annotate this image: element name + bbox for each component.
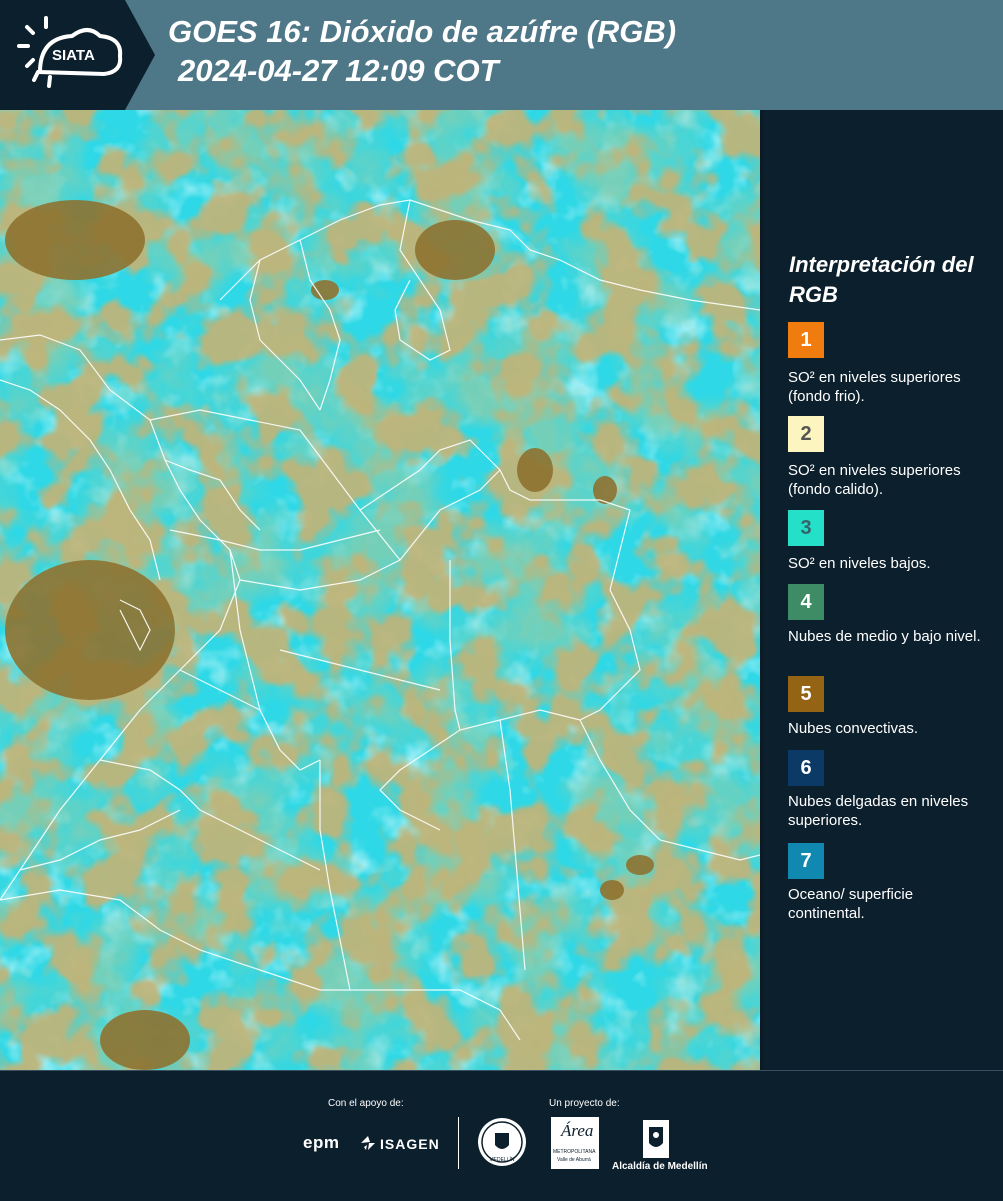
legend-swatch-6: 6 [788,750,824,786]
medellin-seal-text: MEDELLÍN [489,1156,514,1163]
legend-number-2: 2 [800,422,812,445]
page-timestamp: 2024-04-27 12:09 COT [178,53,499,88]
legend-number-3: 3 [800,516,812,539]
valle-label: Valle de Aburrá [557,1157,591,1163]
legend-swatch-3: 3 [788,510,824,546]
legend-label-3: SO² en niveles bajos. [788,555,931,572]
area-label: Área [561,1121,594,1140]
header-bar: SIATA GOES 16: Dióxido de azúfre (RGB) 2… [0,0,1003,110]
epm-logo: epm [303,1133,340,1152]
legend-label-1: SO² en niveles superiores (fondo frio). [788,369,961,405]
isagen-logo: ISAGEN [380,1136,440,1152]
legend-number-5: 5 [800,682,812,705]
footer: Con el apoyo de: Un proyecto de: epm ISA… [0,1070,1003,1201]
legend-label-7: Oceano/ superficie continental. [788,886,914,922]
legend-label-5: Nubes convectivas. [788,720,919,737]
legend-label-2: SO² en niveles superiores (fondo calido)… [788,462,961,498]
project-caption: Un proyecto de: [549,1098,620,1109]
siata-logo: SIATA [0,0,155,110]
legend-label-4: Nubes de medio y bajo nivel. [788,628,981,645]
logo-text: SIATA [52,47,95,64]
legend-number-4: 4 [800,590,812,613]
medellin-seal-icon: MEDELLÍN [478,1118,526,1166]
support-caption: Con el apoyo de: [328,1098,404,1109]
legend-swatch-1: 1 [788,322,824,358]
legend-label-6: Nubes delgadas en niveles superiores. [788,793,969,829]
legend-swatch-5: 5 [788,676,824,712]
satellite-map [0,110,761,1070]
area-metropolitana-logo: Área METROPOLITANA Valle de Aburrá [551,1117,599,1169]
legend-swatch-7: 7 [788,843,824,879]
legend-title: Interpretación del RGB [789,252,974,307]
page-title: GOES 16: Dióxido de azúfre (RGB) [168,14,677,49]
legend-number-6: 6 [800,756,812,779]
legend-number-7: 7 [800,849,812,872]
legend-panel: Interpretación del RGB 1 SO² en niveles … [763,110,1003,1070]
legend-swatch-2: 2 [788,416,824,452]
legend-swatch-4: 4 [788,584,824,620]
legend-number-1: 1 [800,328,812,351]
alcaldia-shield-icon [643,1120,669,1158]
footer-divider [458,1117,459,1169]
isagen-logo-icon [361,1136,375,1150]
metropolitana-label: METROPOLITANA [553,1149,596,1155]
alcaldia-label: Alcaldía de Medellín [612,1161,708,1172]
